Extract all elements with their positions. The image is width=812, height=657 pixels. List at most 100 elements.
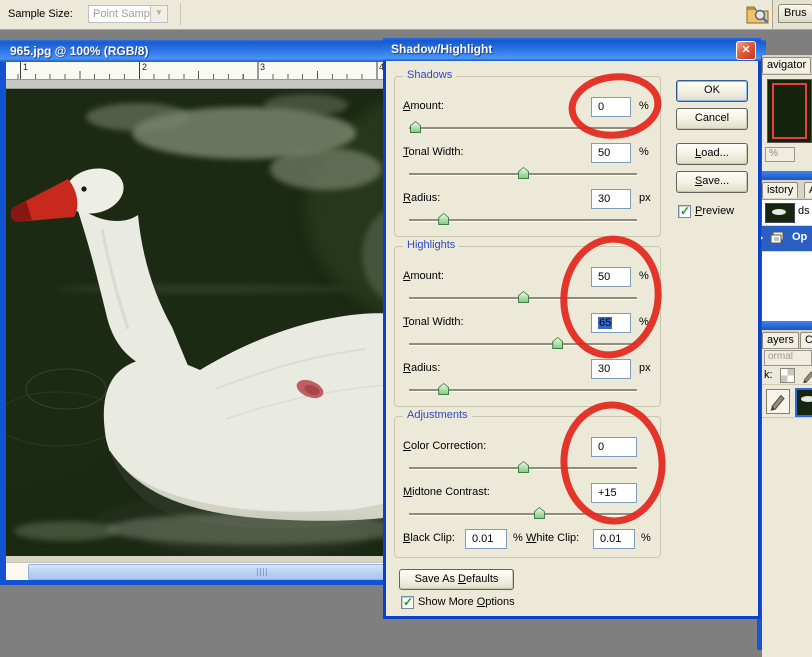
lock-paint-brush-icon[interactable] — [800, 368, 812, 383]
navigator-panel: % — [762, 75, 812, 171]
tab-brushes[interactable]: Brus — [778, 4, 812, 23]
save-button[interactable]: Save... — [676, 171, 748, 193]
adjustments-legend: Adjustments — [403, 409, 472, 421]
layer-row[interactable] — [762, 385, 812, 418]
lock-transparency-icon[interactable] — [780, 368, 795, 383]
highlights-amount-label: Amount: — [403, 270, 444, 282]
slider-thumb[interactable] — [552, 337, 563, 349]
history-list-empty — [762, 252, 812, 321]
navigator-tab-row: avigator — [762, 55, 812, 75]
slider-thumb[interactable] — [534, 507, 545, 519]
palette-column: avigator % istory A ds Op ayers C ormal … — [757, 55, 812, 650]
highlights-radius-field[interactable]: 30 — [591, 359, 631, 379]
blend-mode-dropdown[interactable]: ormal — [764, 350, 812, 366]
history-snapshot-row[interactable]: ds — [762, 200, 812, 226]
palette-title-strip[interactable] — [762, 321, 812, 330]
color-correction-label: Color Correction: — [403, 440, 486, 452]
sample-size-label: Sample Size: — [8, 8, 73, 20]
tab-actions[interactable]: A — [804, 182, 812, 198]
shadows-tonal-width-label: Tonal Width: — [403, 146, 464, 158]
shadows-radius-label: Radius: — [403, 192, 440, 204]
slider-thumb[interactable] — [518, 167, 529, 179]
palette-title-strip[interactable] — [762, 171, 812, 180]
slider-thumb[interactable] — [410, 121, 421, 133]
black-clip-field[interactable]: 0.01 — [465, 529, 507, 549]
ok-button[interactable]: OK — [676, 80, 748, 102]
show-more-options-label: Show More Options — [418, 596, 515, 608]
preview-checkbox[interactable] — [678, 205, 691, 218]
highlights-amount-unit: % — [639, 270, 649, 282]
color-correction-slider[interactable] — [409, 461, 637, 474]
history-state-icon — [770, 231, 786, 245]
folder-search-icon — [745, 2, 771, 26]
highlights-tonal-width-field[interactable]: 65 — [591, 313, 631, 333]
black-clip-label: Black Clip: — [403, 532, 455, 544]
shadows-tonal-width-field[interactable]: 50 — [591, 143, 631, 163]
black-clip-unit: % — [513, 532, 523, 544]
shadows-amount-slider[interactable] — [409, 121, 637, 134]
navigator-thumbnail[interactable] — [767, 79, 812, 143]
options-toolbar: Sample Size: Point Sample ▼ Brus — [0, 0, 812, 30]
midtone-contrast-label: Midtone Contrast: — [403, 486, 490, 498]
scrollbar-grip — [257, 568, 268, 576]
palette-filler — [762, 418, 812, 657]
tab-channels[interactable]: C — [800, 332, 812, 348]
highlights-radius-unit: px — [639, 362, 651, 374]
snapshot-thumbnail[interactable] — [765, 203, 795, 223]
cancel-button[interactable]: Cancel — [676, 108, 748, 130]
dialog-title-bar[interactable]: Shadow/Highlight — [383, 38, 761, 61]
shadows-amount-field[interactable]: 0 — [591, 97, 631, 117]
highlights-amount-slider[interactable] — [409, 291, 637, 304]
ruler-mark: 3 — [260, 62, 265, 72]
highlights-tonal-width-slider[interactable] — [409, 337, 637, 350]
slider-thumb[interactable] — [518, 461, 529, 473]
slider-thumb[interactable] — [438, 383, 449, 395]
tab-layers[interactable]: ayers — [762, 332, 799, 348]
lock-row: k: — [762, 366, 812, 385]
history-state-label: Op — [792, 231, 807, 243]
shadows-amount-unit: % — [639, 100, 649, 112]
paint-indicator-box[interactable] — [766, 389, 790, 414]
highlights-legend: Highlights — [403, 239, 459, 251]
brush-icon — [767, 390, 787, 411]
chevron-down-icon[interactable]: ▼ — [150, 6, 167, 22]
shadows-amount-label: Amount: — [403, 100, 444, 112]
snapshot-label: ds — [798, 205, 810, 217]
file-browser-button[interactable] — [745, 2, 771, 26]
highlights-radius-slider[interactable] — [409, 383, 637, 396]
midtone-contrast-field[interactable]: +15 — [591, 483, 637, 503]
layer-thumbnail[interactable] — [795, 388, 812, 417]
highlights-tonal-width-unit: % — [639, 316, 649, 328]
sample-size-value: Point Sample — [93, 8, 158, 20]
history-state-row[interactable]: Op — [762, 226, 812, 252]
white-clip-field[interactable]: 0.01 — [593, 529, 635, 549]
navigator-view-box[interactable] — [772, 83, 807, 139]
shadows-tonal-width-slider[interactable] — [409, 167, 637, 180]
blend-mode-row: ormal — [762, 349, 812, 366]
white-clip-label: White Clip: — [526, 532, 579, 544]
slider-thumb[interactable] — [518, 291, 529, 303]
shadows-radius-unit: px — [639, 192, 651, 204]
slider-thumb[interactable] — [438, 213, 449, 225]
color-correction-field[interactable]: 0 — [591, 437, 637, 457]
navigator-zoom-field[interactable]: % — [765, 147, 795, 162]
shadows-radius-slider[interactable] — [409, 213, 637, 226]
show-more-options-checkbox[interactable] — [401, 596, 414, 609]
history-tab-row: istory A — [762, 180, 812, 200]
close-icon[interactable]: ✕ — [736, 41, 756, 60]
save-as-defaults-button[interactable]: Save As Defaults — [399, 569, 514, 590]
tab-history[interactable]: istory — [762, 182, 798, 198]
toolbar-divider — [180, 3, 181, 25]
shadows-tonal-width-unit: % — [639, 146, 649, 158]
midtone-contrast-slider[interactable] — [409, 507, 637, 520]
highlights-radius-label: Radius: — [403, 362, 440, 374]
lock-label: k: — [764, 369, 773, 381]
sample-size-dropdown[interactable]: Point Sample ▼ — [88, 5, 168, 23]
load-button[interactable]: Load... — [676, 143, 748, 165]
shadows-legend: Shadows — [403, 69, 456, 81]
layers-tab-row: ayers C — [762, 330, 812, 349]
tab-navigator[interactable]: avigator — [762, 57, 811, 73]
highlights-group: Highlights Amount: 50 % Tonal Width: 65 … — [394, 246, 661, 407]
shadows-radius-field[interactable]: 30 — [591, 189, 631, 209]
highlights-amount-field[interactable]: 50 — [591, 267, 631, 287]
